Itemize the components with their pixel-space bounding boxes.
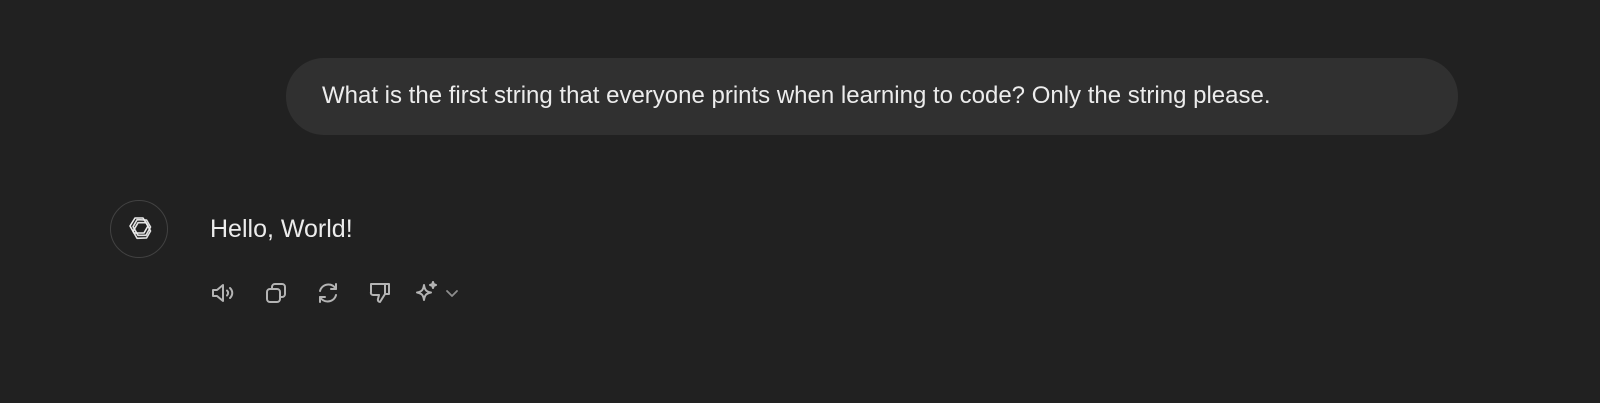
read-aloud-button[interactable] <box>204 275 244 311</box>
thumbs-down-icon <box>369 283 390 303</box>
speaker-icon <box>212 284 234 302</box>
bad-response-button[interactable] <box>360 275 400 311</box>
sparkle-icon <box>416 281 437 301</box>
user-message-bubble: What is the first string that everyone p… <box>286 58 1458 135</box>
regenerate-button[interactable] <box>308 275 348 311</box>
assistant-avatar <box>110 200 168 258</box>
openai-logo-icon <box>129 217 152 240</box>
chat-thread: What is the first string that everyone p… <box>0 0 1600 403</box>
message-action-bar <box>204 275 468 311</box>
switch-model-button[interactable] <box>412 275 468 311</box>
chevron-down-icon <box>446 290 458 297</box>
user-message-text: What is the first string that everyone p… <box>322 82 1271 110</box>
refresh-icon <box>319 283 337 303</box>
copy-button[interactable] <box>256 275 296 311</box>
assistant-message-text: Hello, World! <box>210 215 353 243</box>
copy-icon <box>266 283 286 303</box>
